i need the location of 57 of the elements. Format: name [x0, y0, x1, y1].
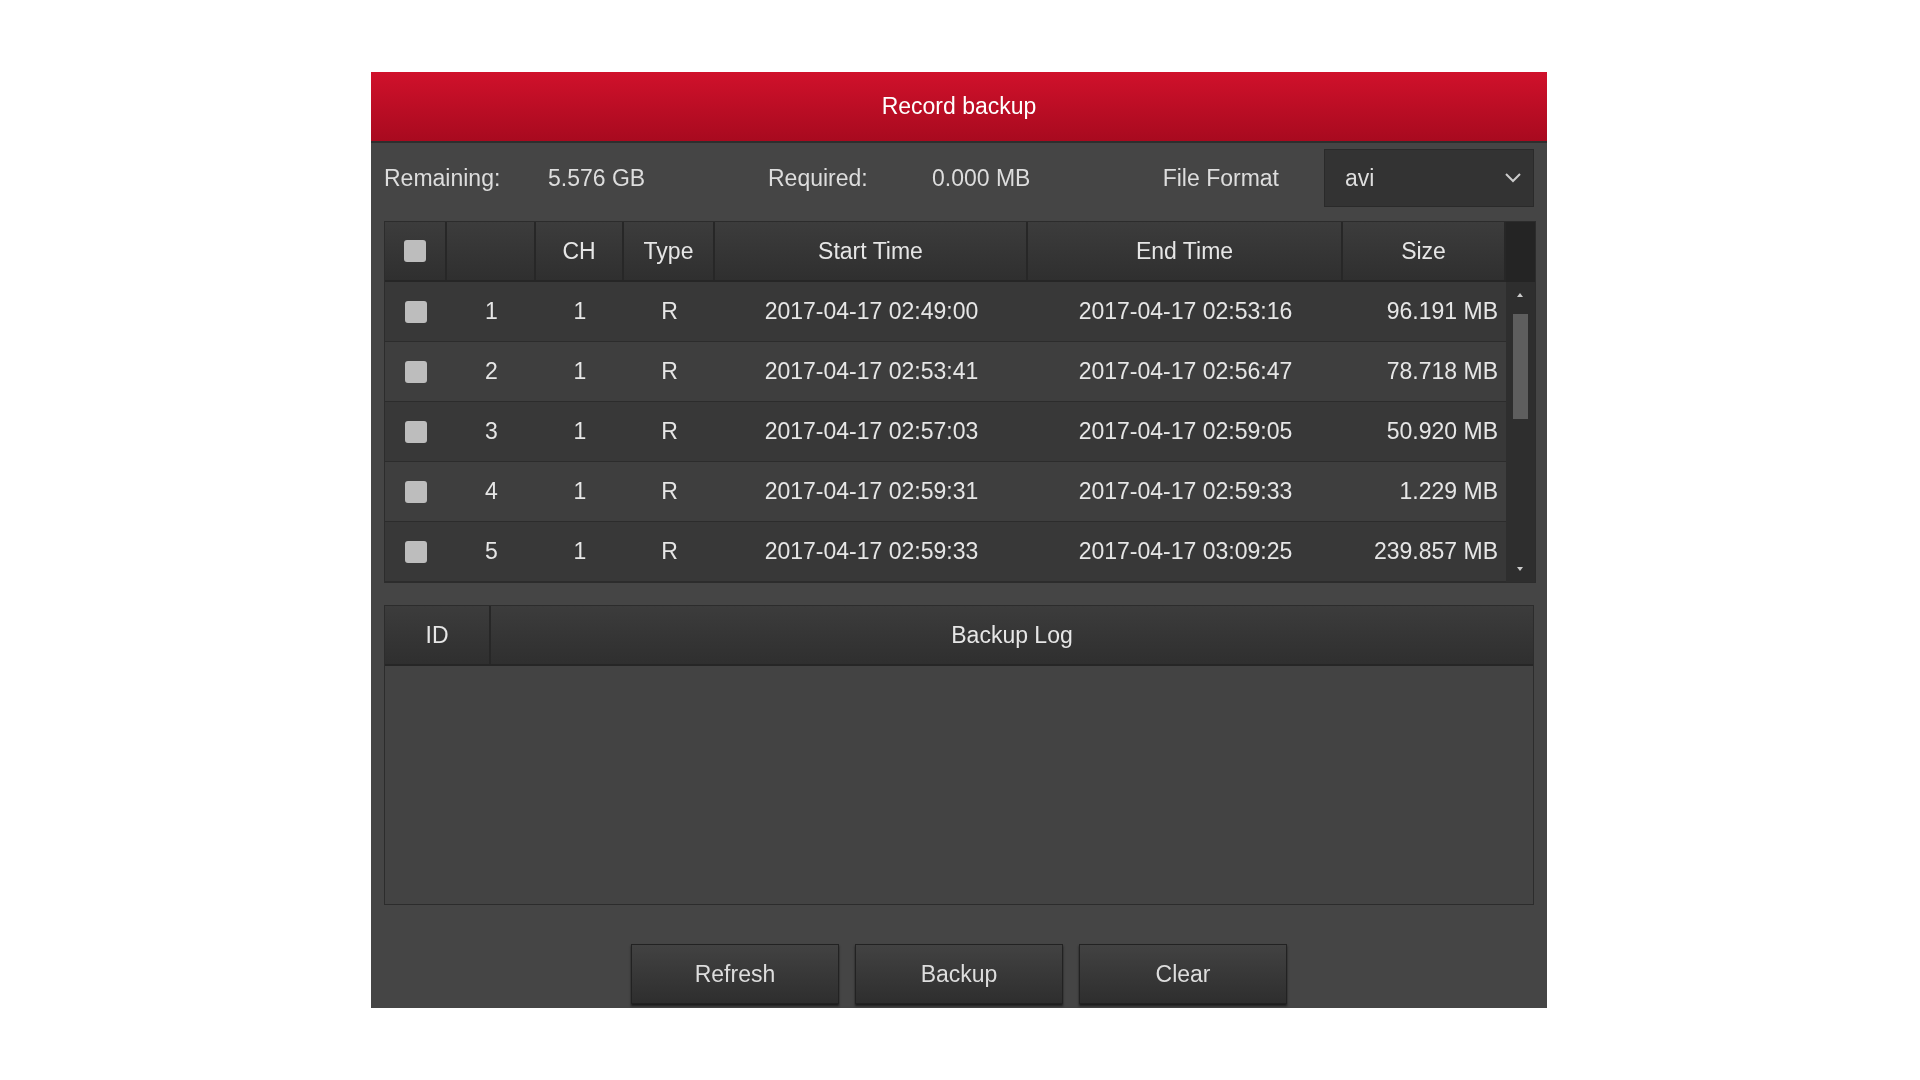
table-cell-text: 2017-04-17 03:09:25 [1077, 537, 1294, 566]
checkbox[interactable] [405, 480, 427, 503]
table-cell-text: 3 [484, 417, 499, 446]
table-cell-text: 1 [572, 297, 588, 326]
checkbox[interactable] [405, 300, 427, 323]
table-cell-text: 1 [572, 477, 588, 506]
table-cell-text: 78.718 MB [1385, 357, 1499, 386]
checkbox[interactable] [405, 420, 427, 443]
window-title: Record backup [371, 72, 1547, 143]
table-cell-text: 1 [572, 537, 588, 566]
column-header: ID [385, 606, 491, 664]
column-header: End Time [1028, 222, 1343, 280]
action-button[interactable]: Refresh [631, 944, 839, 1004]
remaining-value: 5.576 GB [548, 164, 647, 192]
column-header: Type [624, 222, 715, 280]
table-cell-text: 2017-04-17 02:59:31 [763, 477, 980, 506]
table-cell-text: 2017-04-17 02:49:00 [763, 297, 980, 326]
table-cell-text: 2 [484, 357, 499, 386]
table-cell-text: 1 [572, 417, 588, 446]
action-button[interactable]: Clear [1079, 944, 1287, 1004]
scroll-up-icon[interactable] [1515, 292, 1525, 298]
table-cell-text: 239.857 MB [1372, 537, 1499, 566]
required-label: Required: [768, 164, 869, 192]
table-cell-text: R [660, 357, 679, 386]
required-value: 0.000 MB [932, 164, 1032, 192]
checkbox[interactable] [405, 360, 427, 383]
table-cell-text: 1.229 MB [1398, 477, 1499, 506]
table-cell-text: 4 [484, 477, 499, 506]
table-cell-text: R [660, 417, 679, 446]
table-cell-text: 5 [484, 537, 499, 566]
table-cell-text: 2017-04-17 02:56:47 [1077, 357, 1294, 386]
scroll-down-icon[interactable] [1515, 566, 1525, 572]
table-cell-text: R [660, 477, 679, 506]
file-format-dropdown[interactable]: avi [1324, 149, 1534, 207]
table-cell-text: 1 [572, 357, 588, 386]
table-cell-text: 2017-04-17 02:59:05 [1077, 417, 1294, 446]
file-format-label: File Format [1162, 164, 1279, 192]
column-header: Start Time [715, 222, 1028, 280]
column-header: Backup Log [950, 620, 1074, 650]
scrollbar-thumb[interactable] [1513, 314, 1528, 419]
table-cell-text: 2017-04-17 02:59:33 [763, 537, 980, 566]
chevron-down-icon [1505, 173, 1521, 183]
table-cell-text: 50.920 MB [1385, 417, 1499, 446]
checkbox[interactable] [404, 240, 426, 262]
remaining-label: Remaining: [384, 164, 502, 192]
column-header: CH [536, 222, 624, 280]
checkbox[interactable] [405, 540, 427, 563]
table-cell-text: R [660, 297, 679, 326]
table-cell-text: 2017-04-17 02:53:41 [763, 357, 980, 386]
action-button[interactable]: Backup [855, 944, 1063, 1004]
table-cell-text: 96.191 MB [1385, 297, 1499, 326]
table-cell-text: 2017-04-17 02:53:16 [1077, 297, 1294, 326]
scrollbar[interactable] [1506, 222, 1535, 582]
table-cell-text: 1 [484, 297, 499, 326]
table-cell-text: R [660, 537, 679, 566]
table-cell-text: 2017-04-17 02:59:33 [1077, 477, 1294, 506]
table-cell-text: 2017-04-17 02:57:03 [763, 417, 980, 446]
